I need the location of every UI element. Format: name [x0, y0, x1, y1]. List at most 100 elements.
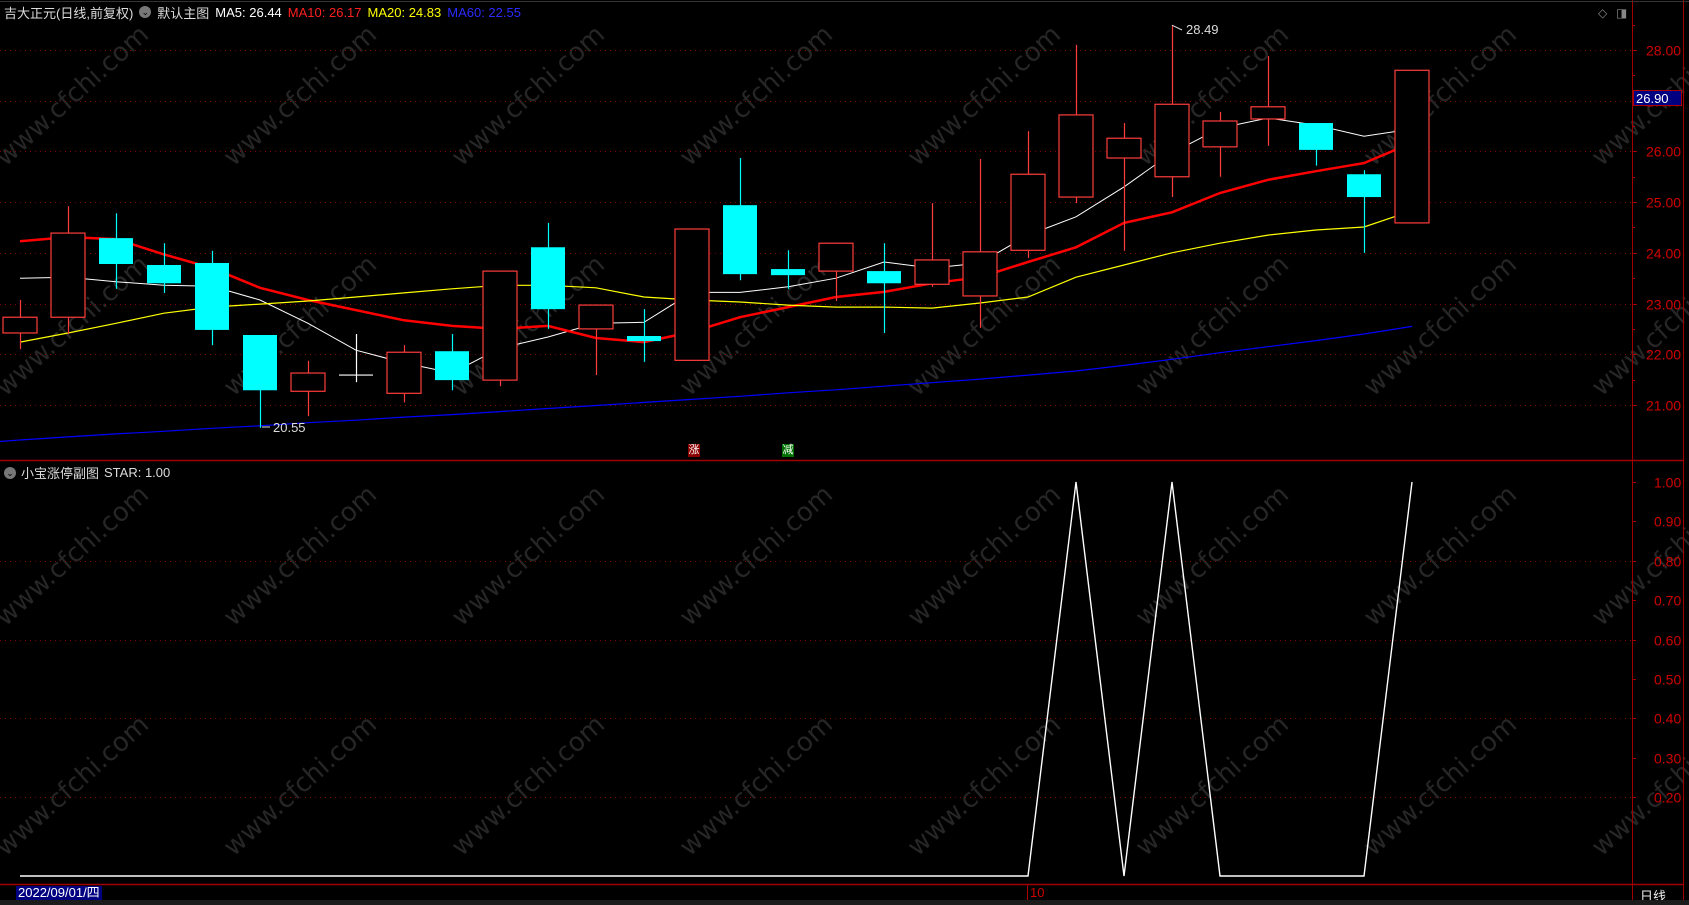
candle-body-up — [482, 270, 518, 381]
star-tick-label: 0.40 — [1654, 711, 1681, 727]
candle — [1299, 123, 1333, 166]
candle-body-up — [1058, 114, 1094, 198]
high-annotation: 28.49 — [1186, 22, 1219, 37]
candle — [99, 213, 133, 289]
price-tick-label: 26.00 — [1646, 144, 1681, 160]
candle — [627, 309, 661, 362]
candle-body-up — [818, 242, 854, 272]
star-tick-label: 0.30 — [1654, 751, 1681, 767]
candle — [531, 222, 565, 329]
zhang-marker: 涨 — [688, 444, 700, 457]
candle-body-up — [1250, 106, 1286, 120]
candle-body-down — [1299, 123, 1333, 150]
candle — [2, 300, 38, 350]
star-indicator — [20, 481, 1413, 877]
current-price-label: 26.90 — [1633, 90, 1682, 106]
candle-body-up — [386, 351, 422, 394]
candle — [1347, 170, 1381, 253]
candle — [386, 345, 422, 403]
candle-body-up — [1154, 103, 1190, 178]
ma60-line — [19, 325, 1413, 441]
stock-title: 吉大正元(日线,前复权) — [4, 5, 134, 21]
candle-body-down — [723, 205, 757, 275]
candle — [290, 360, 326, 417]
candle — [723, 158, 757, 281]
candle-body-up — [1394, 69, 1430, 224]
sub-chart-title: 小宝涨停副图 — [21, 466, 100, 481]
candle — [962, 159, 998, 328]
candle — [1250, 56, 1286, 146]
price-tick-label: 25.00 — [1646, 195, 1681, 211]
candle — [771, 250, 805, 289]
template-name[interactable]: 默认主图 — [157, 3, 209, 22]
diamond-icon[interactable]: ◇ — [1598, 6, 1607, 20]
candle-body-up — [290, 372, 326, 392]
star-line — [20, 481, 1413, 877]
candle-body-down — [1347, 174, 1381, 198]
ma60-label: MA60: 22.55 — [447, 4, 521, 20]
dropdown-circle-icon[interactable]: ⌄ — [139, 6, 152, 18]
ma20-label: MA20: 24.83 — [367, 4, 442, 20]
ma10-label: MA10: 26.17 — [287, 4, 362, 20]
ma60-line-lead — [0, 439, 21, 443]
star-value: STAR: 1.00 — [104, 465, 171, 480]
candle-body-up — [674, 228, 710, 361]
candle — [1394, 69, 1430, 224]
candles — [2, 24, 1430, 428]
candle — [482, 270, 518, 387]
candle-body-up — [578, 304, 614, 330]
bottom-toolbar[interactable] — [0, 900, 1689, 905]
low-annotation: 20.55 — [273, 420, 306, 435]
candle-body-down — [147, 265, 181, 284]
candle-body-up — [962, 251, 998, 297]
jian-marker: 减 — [782, 444, 794, 457]
cursor-date: 2022/09/01/四 — [16, 885, 102, 900]
candle-body-down — [531, 247, 565, 310]
candle-body-down — [243, 334, 277, 391]
candle-body-down — [867, 271, 901, 284]
candle — [50, 206, 86, 334]
price-tick-label: 23.00 — [1646, 297, 1681, 313]
candle-body-up — [2, 316, 38, 334]
candle — [1202, 111, 1238, 177]
candle — [339, 333, 373, 383]
candle — [867, 243, 901, 333]
candle — [435, 333, 469, 391]
star-tick-label: 0.90 — [1654, 514, 1681, 530]
ma5-label: MA5: 26.44 — [215, 4, 282, 20]
star-tick-label: 0.50 — [1654, 672, 1681, 688]
candle — [818, 242, 854, 302]
candle-body-down — [771, 269, 805, 276]
candle-body-up — [1106, 137, 1142, 159]
star-tick-label: 1.00 — [1654, 475, 1681, 491]
star-tick-label: 0.70 — [1654, 593, 1681, 609]
candle-body-up — [50, 232, 86, 318]
price-tick-label: 24.00 — [1646, 246, 1681, 262]
dropdown-circle-icon[interactable]: ⌄ — [4, 466, 16, 479]
candle — [674, 228, 710, 361]
candle — [243, 334, 277, 428]
sub-chart-header: ⌄ 小宝涨停副图 STAR: 1.00 — [4, 463, 170, 482]
candle-body-down — [195, 262, 229, 330]
candle-body-down — [627, 336, 661, 342]
high-leader — [1171, 24, 1183, 31]
candle — [1010, 131, 1046, 258]
candle — [914, 203, 950, 287]
candle — [195, 250, 229, 346]
panel-toggle-icon[interactable]: ◨ — [1616, 6, 1627, 20]
candle-body-down — [99, 238, 133, 264]
main-chart-header: 吉大正元(日线,前复权) ⌄ 默认主图 MA5: 26.44 MA10: 26.… — [4, 3, 521, 21]
chart-frame — [0, 0, 1689, 900]
price-tick-label: 22.00 — [1646, 347, 1681, 363]
star-tick-label: 0.20 — [1654, 790, 1681, 806]
price-axis: 28.0027.0026.0025.0024.0023.0022.0021.00… — [1632, 25, 1681, 806]
candle-body-down — [435, 351, 469, 381]
candle — [1058, 44, 1094, 204]
candle — [1106, 123, 1142, 251]
star-tick-label: 0.60 — [1654, 633, 1681, 649]
candle-body-up — [1202, 120, 1238, 148]
candle-body-up — [914, 259, 950, 285]
candle-body-up — [1010, 173, 1046, 251]
price-tick-label: 28.00 — [1646, 43, 1681, 59]
ma5-line — [19, 117, 1413, 374]
